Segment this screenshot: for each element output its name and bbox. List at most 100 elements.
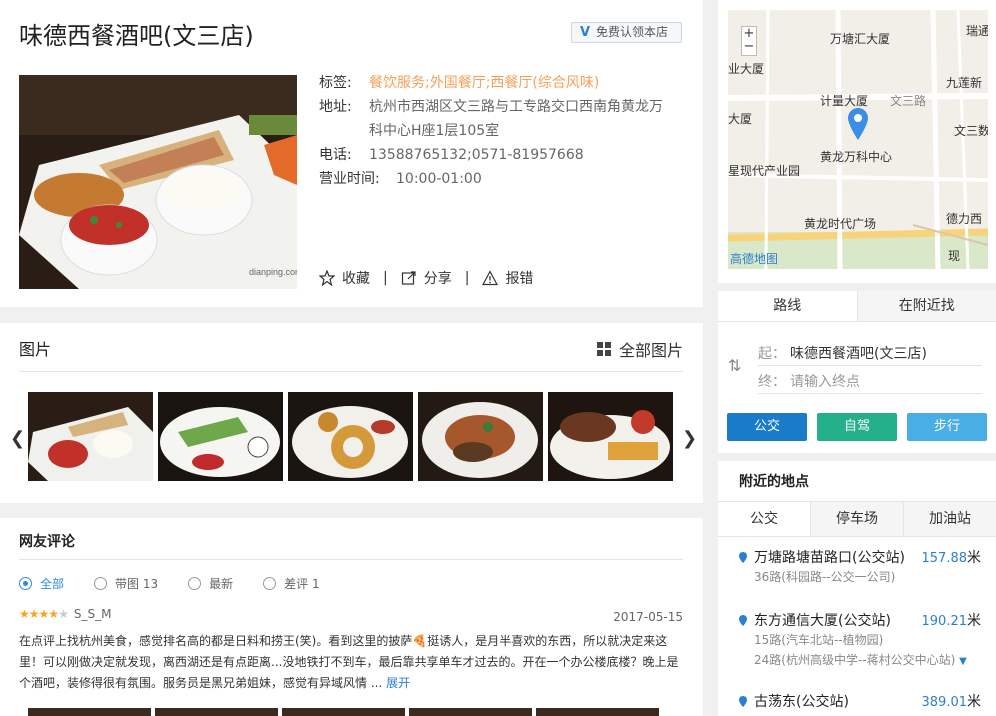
divider — [19, 371, 683, 372]
photos-title: 图片 — [19, 340, 52, 359]
shop-title: 味德西餐酒吧(文三店) — [19, 22, 254, 50]
photo-thumb[interactable] — [158, 392, 283, 481]
photo-thumb[interactable] — [548, 392, 673, 481]
bus-line: 24路(杭州高级中学--蒋村公交中心站) ▼ — [739, 650, 989, 672]
review-date: 2017-05-15 — [613, 610, 683, 624]
tags-value[interactable]: 餐饮服务;外国餐厅;西餐厅(综合风味) — [369, 71, 599, 95]
distance-value: 190.21 — [921, 614, 968, 629]
nearby-panel: 附近的地点 公交 停车场 加油站 万塘路塘苗路口(公交站) 157.88米 36… — [718, 461, 996, 716]
reviews-card: 网友评论 全部 带图 13 最新 差评 1 ★ ★ ★ ★ ★ S_S_M 20… — [0, 518, 703, 716]
star-icon: ★ — [28, 607, 40, 621]
bus-button[interactable]: 公交 — [727, 413, 807, 441]
review-user[interactable]: S_S_M — [74, 607, 112, 621]
next-arrow-icon[interactable]: ❯ — [682, 428, 697, 449]
filter-all[interactable]: 全部 — [19, 575, 64, 592]
nearby-title: 附近的地点 — [739, 474, 809, 490]
review-photo-thumb[interactable] — [28, 708, 151, 716]
all-photos-link[interactable]: 全部图片 — [596, 337, 683, 361]
stop-name: 万塘路塘苗路口(公交站) — [754, 550, 905, 566]
map-label: 文三数 — [954, 124, 988, 138]
map-label: 万塘汇大厦 — [830, 32, 891, 46]
prev-arrow-icon[interactable]: ❮ — [10, 428, 25, 449]
address-row: 地址: 杭州市西湖区文三路与工专路交口西南角黄龙万科中心H座1层105室 — [319, 95, 689, 143]
filter-label: 最新 — [209, 577, 234, 591]
nearby-stop[interactable]: 万塘路塘苗路口(公交站) 157.88米 36路(科园路--公交一公司) — [739, 547, 989, 587]
tab-parking[interactable]: 停车场 — [810, 502, 903, 536]
distance-value: 157.88 — [921, 551, 968, 566]
from-label: 起： — [758, 345, 786, 362]
map-pin-icon — [739, 614, 747, 626]
action-bar: 收藏 | 分享 | 报错 — [319, 268, 533, 288]
photo-thumb[interactable] — [418, 392, 543, 481]
stop-name: 古荡东(公交站) — [754, 694, 849, 710]
photo-thumb[interactable] — [28, 392, 153, 481]
filter-latest[interactable]: 最新 — [188, 575, 233, 592]
action-separator: | — [383, 270, 388, 286]
right-column: + − 万塘汇大厦 瑞通 业大厦 九莲新 计量大厦 文三路 大厦 文三数 黄龙万… — [718, 0, 996, 716]
to-placeholder: 请输入终点 — [790, 373, 860, 390]
review-photo-thumb[interactable] — [282, 708, 405, 716]
nearby-stop[interactable]: 东方通信大厦(公交站) 190.21米 15路(汽车北站--植物园) 24路(杭… — [739, 610, 989, 672]
expand-link[interactable]: 展开 — [386, 676, 410, 690]
map-pin-icon — [739, 695, 747, 707]
expand-down-icon[interactable]: ▼ — [959, 656, 967, 667]
review-photo-thumb[interactable] — [536, 708, 659, 716]
photo-thumb[interactable] — [288, 392, 413, 481]
map-label: 九莲新 — [946, 76, 983, 90]
map[interactable]: + − 万塘汇大厦 瑞通 业大厦 九莲新 计量大厦 文三路 大厦 文三数 黄龙万… — [728, 10, 988, 269]
filter-label: 全部 — [40, 577, 65, 591]
tab-route[interactable]: 路线 — [718, 291, 857, 321]
walk-button[interactable]: 步行 — [907, 413, 987, 441]
favorite-action[interactable]: 收藏 — [319, 268, 370, 288]
tab-bus[interactable]: 公交 — [718, 502, 810, 536]
claim-shop-button[interactable]: V 免费认领本店 — [571, 22, 682, 43]
star-icon: ★ — [19, 607, 30, 621]
main-photo[interactable]: dianping.com — [19, 75, 297, 289]
warning-icon — [482, 270, 499, 286]
review-photo-thumb[interactable] — [155, 708, 278, 716]
radio-icon — [263, 577, 277, 590]
location-pin-icon — [848, 108, 868, 140]
report-label: 报错 — [505, 271, 534, 287]
route-to-field[interactable]: 终： 请输入终点 — [758, 368, 982, 394]
watermark-text: dianping.com — [249, 267, 297, 277]
map-label: 德力西 — [946, 212, 983, 226]
action-separator: | — [464, 270, 470, 286]
tab-nearby-search[interactable]: 在附近找 — [856, 291, 996, 321]
divider — [19, 559, 683, 560]
review-text: 在点评上找杭州美食，感觉排名高的都是日料和捞王(笑)。看到这里的披萨🍕挺诱人，是… — [19, 631, 685, 694]
filter-with-photos[interactable]: 带图 13 — [94, 575, 158, 592]
to-label: 终： — [758, 373, 786, 390]
bus-line-text: 24路(杭州高级中学--蒋村公交中心站) — [754, 653, 956, 667]
map-label: 星现代产业园 — [728, 164, 801, 178]
share-action[interactable]: 分享 — [401, 268, 452, 288]
filter-label: 差评 1 — [284, 577, 320, 591]
review-photo-thumb[interactable] — [409, 708, 532, 716]
map-label: 现 — [948, 249, 961, 263]
map-label: 黄龙时代广场 — [804, 217, 877, 231]
route-panel: 路线 在附近找 ⇅ 起： 味德西餐酒吧(文三店) 终： 请输入终点 公交 自驾 … — [718, 291, 996, 453]
all-photos-label: 全部图片 — [618, 341, 683, 360]
zoom-out-button[interactable]: − — [742, 40, 756, 53]
shop-info-card: 味德西餐酒吧(文三店) V 免费认领本店 dianping.co 标签: 餐饮服… — [0, 0, 703, 307]
tags-row: 标签: 餐饮服务;外国餐厅;西餐厅(综合风味) — [319, 71, 689, 95]
distance-unit: 米 — [967, 613, 981, 629]
zoom-control[interactable]: + − — [741, 26, 757, 56]
swap-icon[interactable]: ⇅ — [728, 356, 741, 375]
hours-value: 10:00-01:00 — [396, 171, 482, 187]
bus-line: 15路(汽车北站--植物园) — [754, 633, 884, 647]
tab-gas-station[interactable]: 加油站 — [903, 502, 996, 536]
filter-negative[interactable]: 差评 1 — [263, 575, 320, 592]
filter-label: 带图 13 — [115, 577, 159, 591]
bus-line: 36路(科园路--公交一公司) — [754, 570, 896, 584]
map-logo: 高德地图 — [730, 252, 779, 266]
route-from-field[interactable]: 起： 味德西餐酒吧(文三店) — [758, 340, 982, 366]
distance-unit: 米 — [967, 694, 981, 710]
report-action[interactable]: 报错 — [482, 268, 533, 288]
map-label: 大厦 — [728, 112, 753, 126]
stop-name: 东方通信大厦(公交站) — [754, 613, 891, 629]
distance-unit: 米 — [967, 550, 981, 566]
drive-button[interactable]: 自驾 — [817, 413, 897, 441]
nearby-stop[interactable]: 古荡东(公交站) 389.01米 — [739, 691, 989, 711]
map-label: 文三路 — [890, 94, 927, 108]
